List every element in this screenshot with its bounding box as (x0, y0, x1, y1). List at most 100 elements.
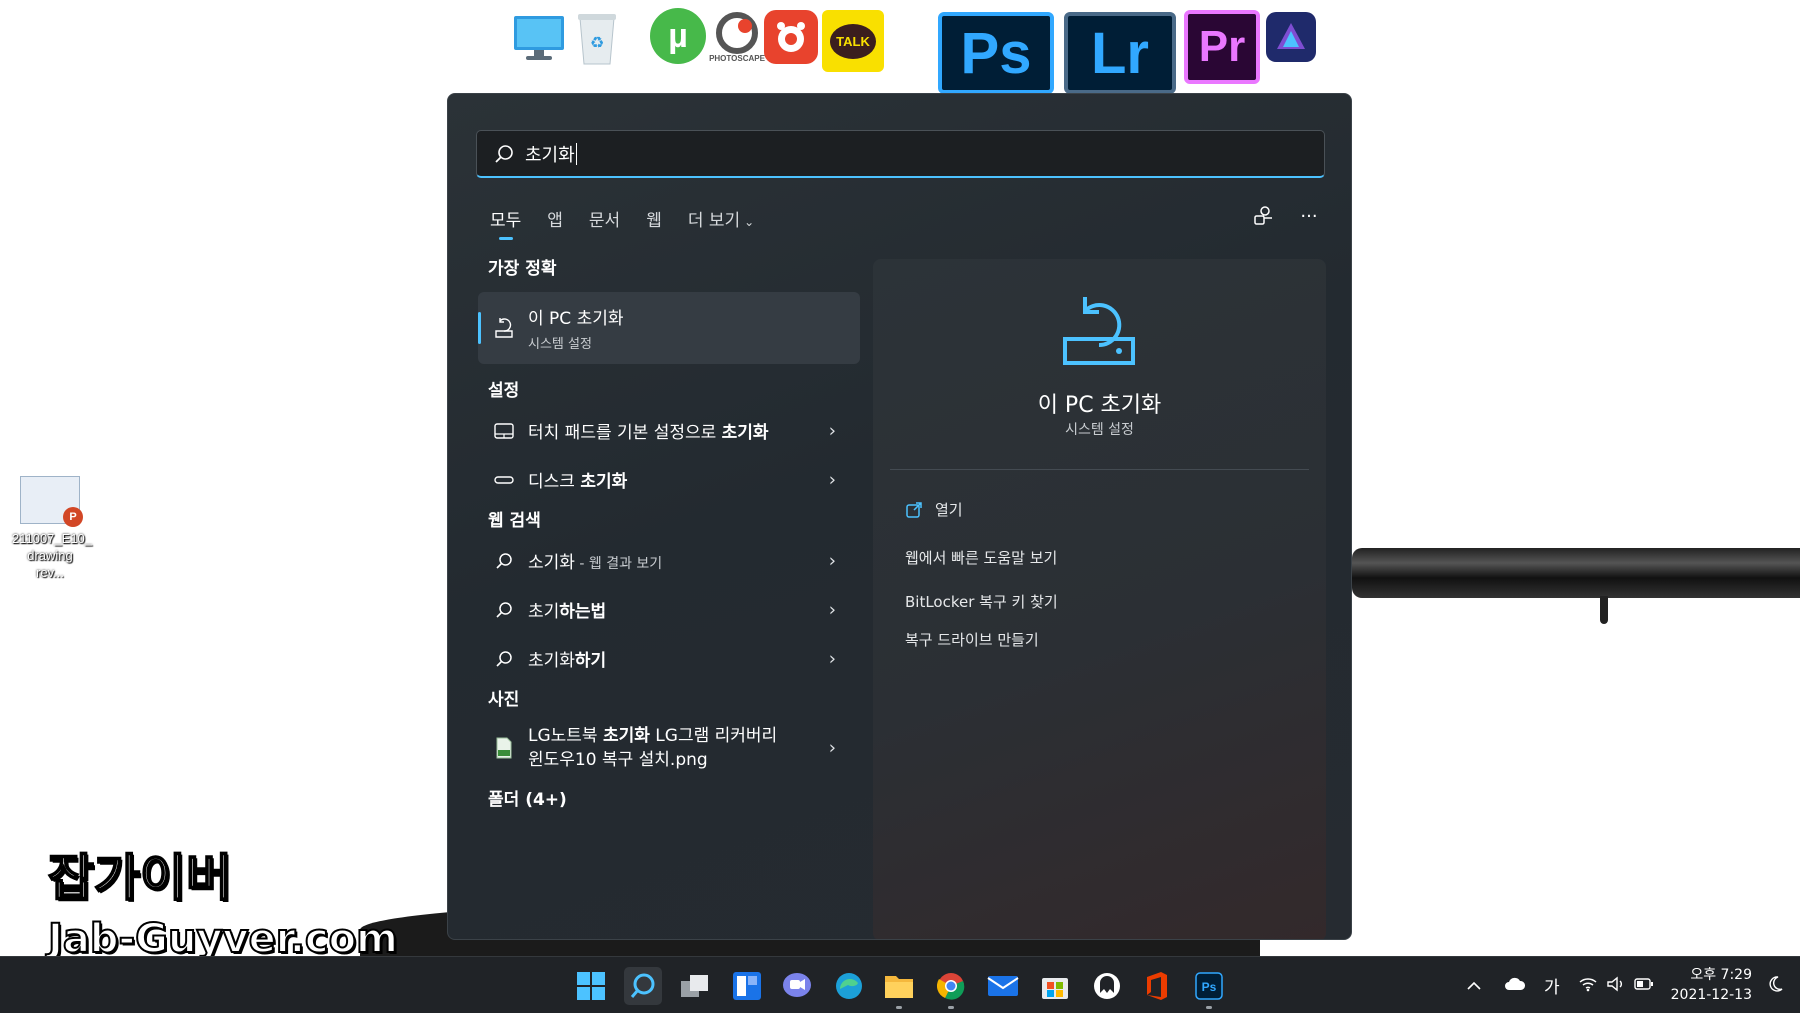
photoscape-icon[interactable]: PHOTOSCAPE (708, 8, 766, 66)
web-search-header: 웹 검색 (488, 511, 541, 531)
kakaotalk-icon[interactable]: TALK (822, 10, 884, 72)
chrome-icon[interactable] (932, 967, 970, 1009)
search-icon (492, 551, 516, 571)
svg-text:Ps: Ps (1202, 980, 1217, 994)
web-help-action[interactable]: 웹에서 빠른 도움말 보기 (905, 547, 1057, 568)
search-icon (495, 144, 513, 163)
best-match-title: 이 PC 초기화 (528, 309, 624, 329)
preview-title: 이 PC 초기화 (1037, 393, 1162, 418)
folders-header: 폴더 (4+) (488, 790, 567, 810)
photos-header: 사진 (488, 690, 520, 710)
utorrent-icon[interactable]: µ (650, 8, 706, 64)
share-icon[interactable] (1251, 204, 1275, 228)
filter-tabs: 모두 앱 문서 웹 더 보기 ⌄ (490, 206, 780, 236)
tab-web[interactable]: 웹 (646, 206, 662, 236)
web-result-item[interactable]: 소기화 - 웹 결과 보기 › (478, 536, 860, 585)
search-query: 초기화 (525, 144, 575, 166)
touchpad-icon (492, 421, 516, 441)
recovery-drive-action[interactable]: 복구 드라이브 만들기 (905, 629, 1039, 650)
affinity-icon[interactable] (1266, 12, 1316, 62)
photoshop-icon[interactable]: Ps (1190, 967, 1228, 1009)
tab-documents[interactable]: 문서 (589, 206, 620, 236)
search-icon (492, 600, 516, 620)
powerpoint-icon: P (63, 507, 83, 527)
search-icon (492, 649, 516, 669)
png-file-icon (492, 737, 516, 759)
best-match-item[interactable]: 이 PC 초기화 시스템 설정 (478, 292, 860, 364)
chevron-right-icon: › (828, 599, 836, 620)
ppt-file-thumbnail: P (20, 476, 83, 527)
system-tray: 가 (1466, 957, 1654, 1013)
gom-player-icon[interactable] (764, 10, 818, 64)
photoshop-icon[interactable]: Ps (938, 12, 1054, 94)
battery-icon[interactable] (1633, 977, 1654, 995)
settings-item-touchpad-reset[interactable]: 터치 패드를 기본 설정으로 초기화 › (478, 406, 860, 455)
tab-apps[interactable]: 앱 (547, 206, 563, 236)
settings-header: 설정 (488, 381, 520, 401)
task-view-icon[interactable] (676, 967, 714, 1005)
chevron-right-icon: › (828, 469, 836, 490)
store-icon[interactable] (1036, 967, 1074, 1005)
chevron-right-icon: › (828, 737, 836, 759)
running-indicator (896, 1006, 902, 1009)
search-input[interactable]: 초기화 (476, 130, 1325, 178)
this-pc-icon[interactable] (512, 12, 566, 62)
text-caret (575, 142, 577, 165)
mail-icon[interactable] (984, 967, 1022, 1005)
web-result-item[interactable]: 초기하는법 › (478, 585, 860, 634)
results-list: 가장 정확 이 PC 초기화 시스템 설정 설정 터치 패드를 기본 설정으로 … (478, 254, 860, 815)
open-action[interactable]: 열기 (905, 499, 963, 520)
teams-chat-icon[interactable] (778, 967, 816, 1005)
volume-icon[interactable] (1606, 976, 1626, 996)
desktop-file-name: 211007_E10_ drawing rev... (12, 531, 93, 580)
show-hidden-icons-chevron-up-icon[interactable] (1466, 977, 1482, 995)
taskbar: Ps 가 오후 7:29 2021-12-13 (0, 956, 1800, 1013)
chevron-right-icon: › (828, 648, 836, 669)
best-match-subtitle: 시스템 설정 (528, 337, 592, 352)
edge-icon[interactable] (830, 967, 868, 1005)
lightroom-icon[interactable]: Lr (1064, 12, 1176, 94)
onedrive-cloud-icon[interactable] (1504, 977, 1526, 995)
premiere-icon[interactable]: Pr (1184, 10, 1260, 84)
running-indicator (1206, 1006, 1212, 1009)
running-indicator (948, 1006, 954, 1009)
web-result-item[interactable]: 초기화하기 › (478, 634, 860, 683)
preview-pane: 이 PC 초기화 시스템 설정 열기 웹에서 빠른 도움말 보기 BitLock… (873, 259, 1326, 939)
svg-text:♻: ♻ (590, 33, 604, 52)
background-bike-knob (1600, 596, 1608, 624)
background-bike-frame (1352, 548, 1800, 598)
office-icon[interactable] (1138, 967, 1176, 1005)
settings-item-disk-reset[interactable]: 디스크 초기화 › (478, 455, 860, 504)
search-panel: 초기화 모두 앱 문서 웹 더 보기 ⌄ ··· 가장 정확 이 PC 초기화 시… (447, 93, 1352, 940)
wifi-icon[interactable] (1578, 976, 1598, 996)
file-explorer-icon[interactable] (880, 967, 918, 1009)
best-match-header: 가장 정확 (488, 259, 557, 279)
photo-result-item[interactable]: LG노트북 초기화 LG그램 리커버리 윈도우10 복구 설치.png › (478, 715, 860, 781)
chevron-down-icon: ⌄ (744, 215, 755, 229)
tab-tools: ··· (1251, 204, 1321, 228)
app-icon[interactable] (1088, 967, 1126, 1005)
chevron-right-icon: › (828, 420, 836, 441)
more-options-button[interactable]: ··· (1297, 204, 1321, 228)
disk-icon (492, 470, 516, 490)
open-external-icon (906, 501, 922, 518)
input-method-indicator[interactable]: 가 (1544, 973, 1560, 998)
focus-assist-moon-icon[interactable] (1766, 975, 1784, 997)
reset-pc-icon (495, 318, 513, 338)
clock-date: 2021-12-13 (1670, 987, 1752, 1003)
recycle-bin-icon[interactable]: ♻ (574, 8, 620, 66)
start-icon[interactable] (572, 967, 610, 1005)
watermark: 잡가이버 Jab-Guyver.com (47, 848, 399, 963)
bitlocker-key-action[interactable]: BitLocker 복구 키 찾기 (905, 591, 1058, 612)
preview-subtitle: 시스템 설정 (1065, 422, 1134, 438)
clock-time: 오후 7:29 (1690, 967, 1752, 983)
desktop-file[interactable]: P 211007_E10_ drawing rev... (12, 476, 93, 581)
widgets-icon[interactable] (728, 967, 766, 1005)
search-icon[interactable] (624, 967, 662, 1005)
reset-pc-large-icon (1063, 297, 1135, 365)
tab-more[interactable]: 더 보기 ⌄ (688, 206, 754, 236)
chevron-right-icon: › (828, 550, 836, 571)
divider (890, 469, 1309, 470)
clock[interactable]: 오후 7:29 2021-12-13 (1671, 965, 1752, 1005)
tab-all[interactable]: 모두 (490, 206, 521, 236)
